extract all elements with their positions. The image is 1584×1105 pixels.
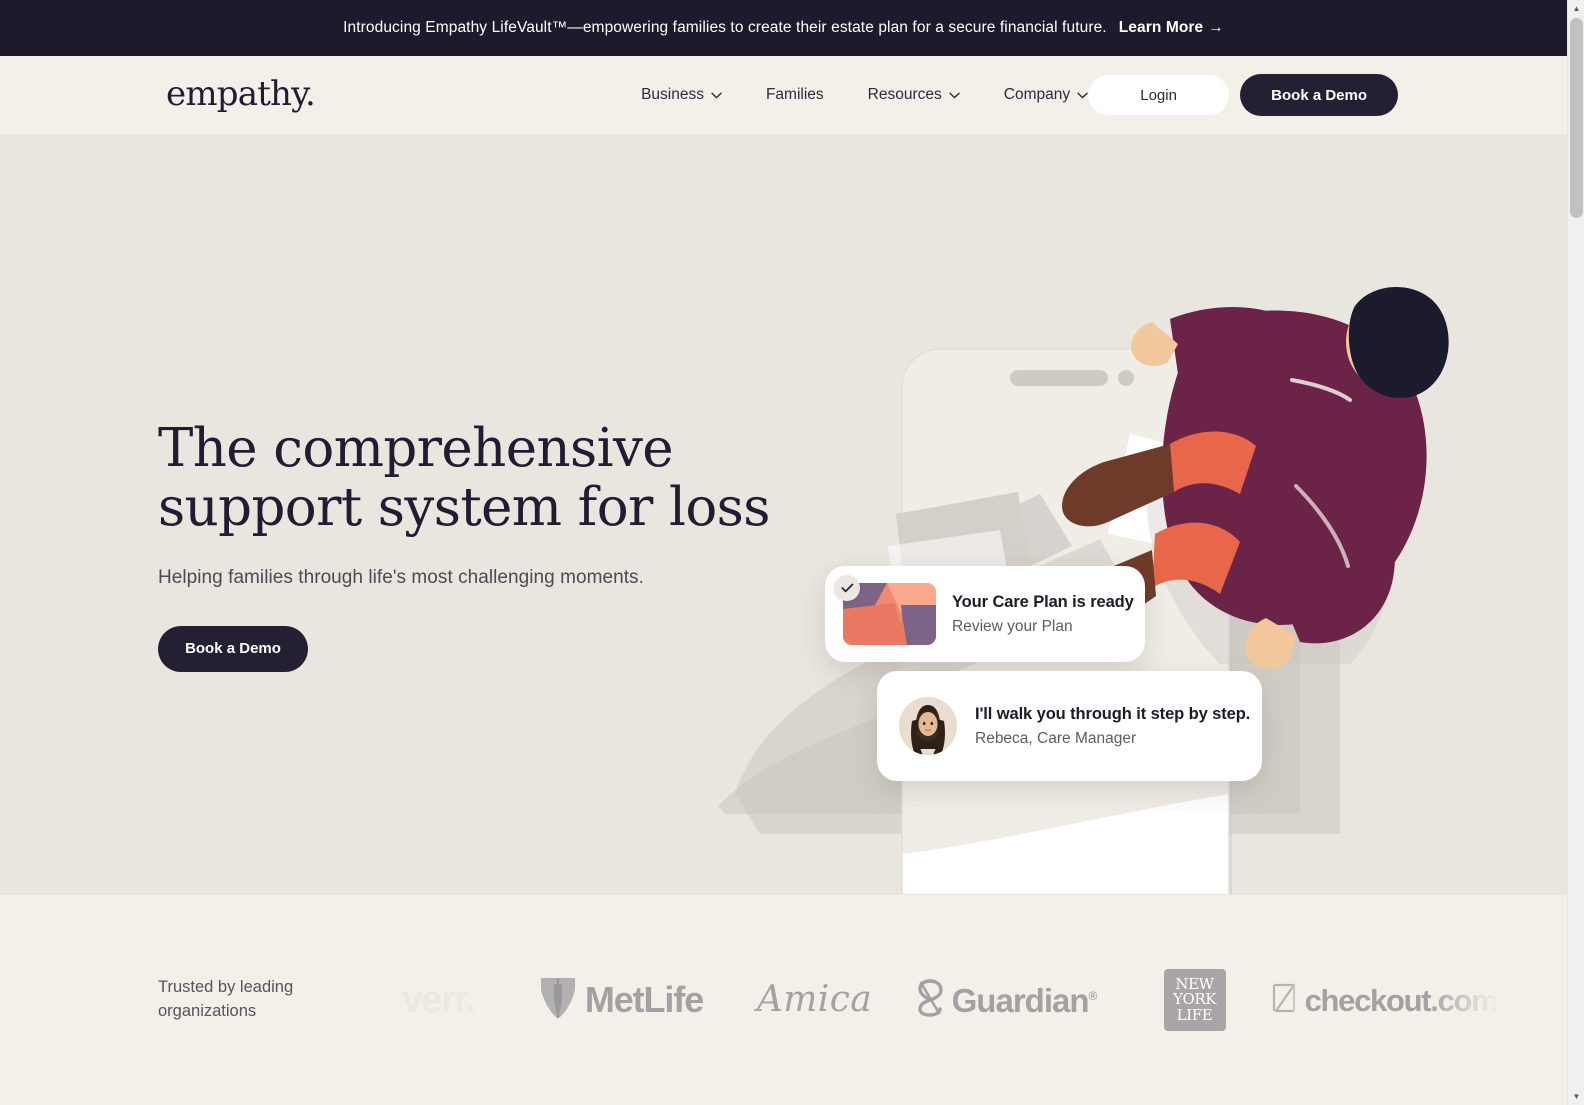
nav-item-families[interactable]: Families [766,86,824,104]
care-plan-card-title: Your Care Plan is ready [952,592,1134,611]
care-manager-card-subtitle: Rebeca, Care Manager [975,729,1137,747]
logo-verr-text: verr. [401,979,476,1021]
announcement-text: Introducing Empathy LifeVault™—empowerin… [343,19,1107,36]
avatar [899,697,957,755]
care-manager-card[interactable]: I'll walk you through it step by step. R… [877,671,1262,781]
logo-checkout-tld: .com [1430,982,1498,1018]
metlife-mark-icon [540,977,575,1023]
page-title: The comprehensive support system for los… [158,419,798,538]
nav-label-business: Business [641,86,704,103]
announcement-learn-more-label: Learn More [1118,19,1204,36]
hero-title-line-1: The comprehensive [158,418,674,479]
care-manager-card-text: I'll walk you through it step by step. R… [975,705,1250,748]
announcement-learn-more-link[interactable]: Learn More → [1119,19,1224,37]
logo-guardian: Guardian® [907,978,1107,1022]
care-manager-card-title: I'll walk you through it step by step. [975,704,1251,723]
logo-amica-text: Amica [756,979,873,1020]
login-button[interactable]: Login [1088,75,1230,115]
trusted-by-label: Trusted by leading organizations [158,976,318,1024]
arrow-right-icon: → [1208,19,1224,36]
phone-notch-dot [1118,370,1134,386]
nav-label-resources: Resources [867,86,942,103]
nav-item-resources[interactable]: Resources [868,86,960,104]
logo-verr: verr. [354,981,522,1019]
nylife-line-3: LIFE [1176,1005,1213,1024]
page-viewport: Introducing Empathy LifeVault™—empowerin… [0,0,1567,1105]
logo-metlife-text: MetLife [584,979,704,1020]
logo-checkout-com: checkout.com [1272,983,1499,1018]
site-header: empathy. Business Families Resources Com… [0,56,1567,134]
partner-logo-row: verr. MetLife Amica Guardian® NEW YORK L… [354,969,1567,1031]
chevron-down-icon [711,92,722,99]
logo-new-york-life: NEW YORK LIFE [1107,969,1282,1031]
nav-item-company[interactable]: Company [1004,86,1088,104]
nav-label-company: Company [1003,86,1071,103]
scroll-down-arrow-icon[interactable]: ▼ [1568,1088,1584,1105]
nav-label-families: Families [765,86,824,103]
scrollbar-thumb[interactable] [1570,18,1583,218]
chevron-down-icon [949,92,960,99]
logo-metlife: MetLife [522,977,722,1023]
hero-section: The comprehensive support system for los… [0,134,1567,895]
care-plan-thumbnail [834,575,936,645]
hero-copy: The comprehensive support system for los… [158,419,798,672]
hero-illustration [700,194,1460,894]
logo-amica: Amica [722,982,907,1018]
checkout-mark-icon [1272,983,1296,1018]
header-actions: Login Book a Demo [1088,74,1399,116]
trusted-logos-section: Trusted by leading organizations verr. M… [0,895,1567,1105]
hero-subtitle: Helping families through life's most cha… [158,566,644,588]
care-plan-card-text: Your Care Plan is ready Review your Plan [952,593,1134,636]
care-plan-card-subtitle: Review your Plan [952,617,1073,635]
vertical-scrollbar[interactable]: ▲ ▼ [1567,0,1584,1105]
browser-page: Introducing Empathy LifeVault™—empowerin… [0,0,1584,1105]
nav-item-business[interactable]: Business [641,86,722,104]
chevron-down-icon [1077,92,1088,99]
trusted-line-2: organizations [158,1002,257,1020]
brand-logo[interactable]: empathy. [166,77,316,111]
hair [1348,286,1449,399]
logo-checkout-text: checkout.com [1304,982,1499,1018]
book-a-demo-hero-button[interactable]: Book a Demo [158,625,308,672]
scroll-up-arrow-icon[interactable]: ▲ [1568,0,1584,17]
book-a-demo-header-button[interactable]: Book a Demo [1240,74,1399,116]
logo-guardian-text: Guardian® [951,981,1098,1019]
trusted-line-1: Trusted by leading [158,978,294,997]
guardian-mark-icon [917,978,943,1022]
check-icon [834,575,860,601]
phone-notch-pill [1010,370,1108,386]
main-navigation: Business Families Resources Company [641,86,1088,104]
new-york-life-mark: NEW YORK LIFE [1163,969,1226,1031]
care-plan-card[interactable]: Your Care Plan is ready Review your Plan [825,566,1145,662]
hero-title-line-2: support system for loss [158,477,770,539]
registered-mark-icon: ® [1088,988,1098,1003]
announcement-banner: Introducing Empathy LifeVault™—empowerin… [0,0,1567,56]
